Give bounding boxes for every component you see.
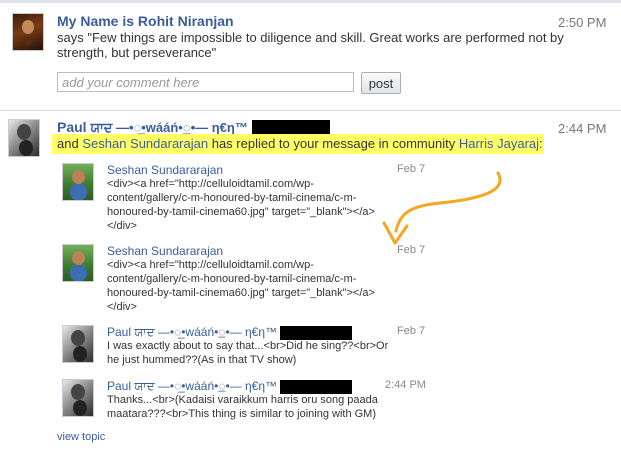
avatar[interactable] bbox=[62, 244, 94, 282]
activity-line: and Seshan Sundararajan has replied to y… bbox=[52, 134, 544, 154]
story-timestamp: 2:50 PM bbox=[558, 15, 607, 30]
reply-text: Thanks...<br>(Kadaisi varaikkum harris o… bbox=[107, 394, 378, 420]
avatar[interactable] bbox=[12, 13, 44, 51]
avatar[interactable] bbox=[8, 119, 40, 157]
list-item: Seshan Sundararajan Feb 7 <div><a href="… bbox=[62, 244, 442, 316]
post-button[interactable]: post bbox=[361, 72, 401, 94]
story-timestamp: 2:44 PM bbox=[558, 121, 607, 136]
reply-author-decoration: ਯਾਦ —•◌̲•wááń•◌̲•— η€η™ bbox=[134, 379, 278, 393]
status-text: says "Few things are impossible to dilig… bbox=[57, 30, 564, 60]
avatar[interactable] bbox=[62, 325, 94, 363]
reply-date: Feb 7 bbox=[397, 325, 426, 337]
list-item: Paul ਯਾਦ —•◌̲•wááń•◌̲•— η€η™ Feb 7 I was… bbox=[62, 325, 442, 375]
comment-input[interactable] bbox=[57, 72, 354, 92]
redaction-block bbox=[280, 379, 353, 394]
reply-author-link[interactable]: Paul ਯਾਦ —•◌̲•wááń•◌̲•— η€η™ bbox=[107, 379, 353, 394]
avatar[interactable] bbox=[62, 379, 94, 417]
reply-author-first-name: Paul bbox=[107, 325, 132, 339]
status-story: My Name is Rohit Niranjan 2:50 PM says "… bbox=[0, 3, 621, 109]
reply-text: <div><a href="http://celluloidtamil.com/… bbox=[107, 259, 375, 313]
activity-middle: has replied to your message in community bbox=[211, 136, 456, 151]
reply-author-link[interactable]: Paul ਯਾਦ —•◌̲•wááń•◌̲•— η€η™ bbox=[107, 325, 353, 340]
community-reply-story: Paul ਯਾਦ —•◌̲•wááń•◌̲•— η€η™ 2:44 PM and… bbox=[0, 110, 621, 453]
reply-author-link[interactable]: Seshan Sundararajan bbox=[107, 163, 223, 177]
view-topic-link[interactable]: view topic bbox=[57, 431, 105, 443]
reply-text: <div><a href="http://celluloidtamil.com/… bbox=[107, 178, 375, 232]
author-name-decoration: ਯਾਦ —•◌̲•wááń•◌̲•— η€η™ bbox=[90, 120, 248, 135]
replier-link[interactable]: Seshan Sundararajan bbox=[82, 136, 208, 151]
reply-date: Feb 7 bbox=[397, 163, 426, 175]
list-item: Paul ਯਾਦ —•◌̲•wááń•◌̲•— η€η™ 2:44 PM Tha… bbox=[62, 379, 442, 429]
reply-text: I was exactly about to say that...<br>Di… bbox=[107, 340, 389, 366]
avatar[interactable] bbox=[62, 163, 94, 201]
author-first-name: Paul bbox=[57, 119, 87, 135]
community-link[interactable]: Harris Jayaraj bbox=[459, 136, 539, 151]
reply-date: 2:44 PM bbox=[385, 379, 426, 391]
redaction-block bbox=[280, 325, 353, 340]
activity-prefix: and bbox=[57, 136, 79, 151]
reply-author-first-name: Paul bbox=[107, 379, 132, 393]
reply-author-decoration: ਯਾਦ —•◌̲•wááń•◌̲•— η€η™ bbox=[134, 325, 278, 339]
list-item: Seshan Sundararajan Feb 7 <div><a href="… bbox=[62, 163, 442, 235]
reply-date: Feb 7 bbox=[397, 244, 426, 256]
reply-author-link[interactable]: Seshan Sundararajan bbox=[107, 244, 223, 258]
author-name-link[interactable]: My Name is Rohit Niranjan bbox=[57, 13, 234, 29]
activity-suffix: : bbox=[539, 136, 543, 151]
